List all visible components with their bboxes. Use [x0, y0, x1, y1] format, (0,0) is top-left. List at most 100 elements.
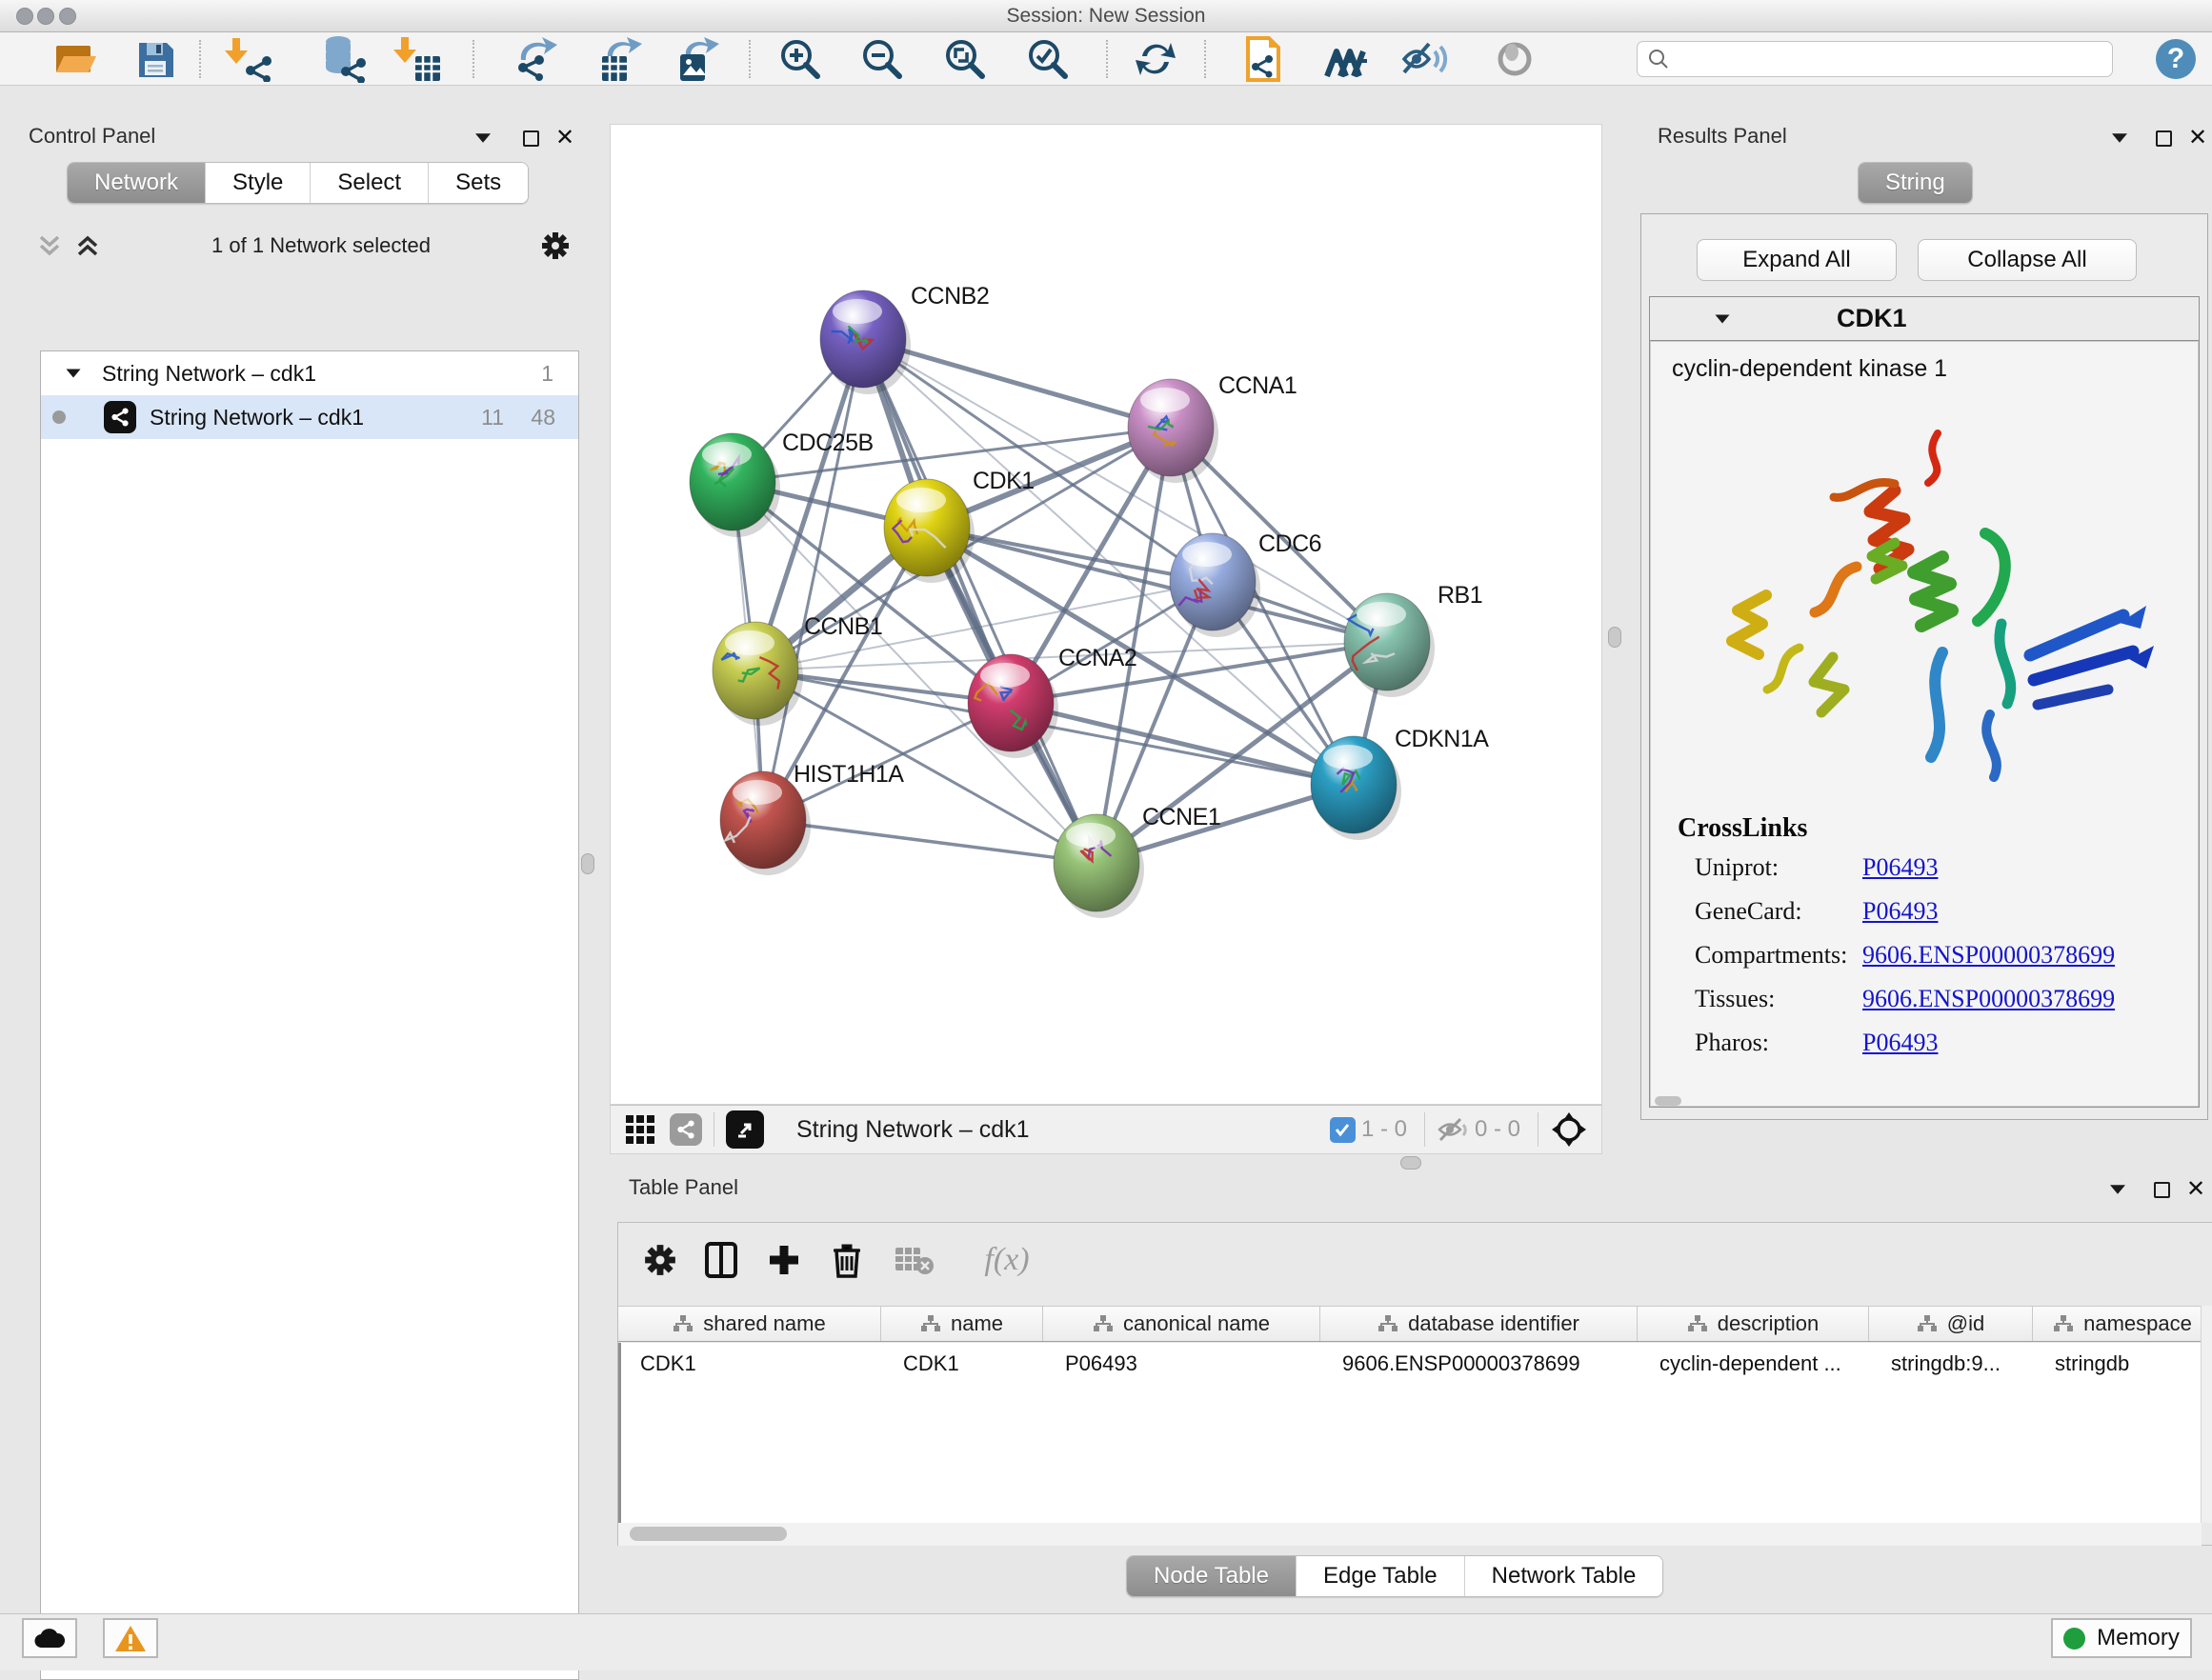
search-input[interactable]: [1670, 49, 2112, 70]
tab-edge-table[interactable]: Edge Table: [1296, 1556, 1464, 1596]
help-button[interactable]: ?: [2156, 39, 2196, 79]
panel-close-icon[interactable]: ✕: [2183, 1179, 2208, 1200]
panel-close-icon[interactable]: ✕: [553, 128, 577, 149]
column-header--id[interactable]: @id: [1869, 1307, 2033, 1341]
panel-float-icon[interactable]: [2149, 1179, 2174, 1200]
first-neighbors-icon[interactable]: [1320, 34, 1374, 84]
right-splitter-handle[interactable]: [1608, 627, 1621, 648]
delete-table-icon[interactable]: [893, 1239, 935, 1281]
column-header-canonical-name[interactable]: canonical name: [1043, 1307, 1320, 1341]
crosslink-link[interactable]: P06493: [1862, 897, 1938, 926]
search-box[interactable]: [1637, 41, 2113, 77]
table-cell[interactable]: 9606.ENSP00000378699: [1323, 1351, 1640, 1376]
network-row[interactable]: String Network – cdk1 11 48: [41, 395, 578, 439]
zoom-in-icon[interactable]: [774, 34, 827, 84]
network-node-RB1[interactable]: [1344, 593, 1435, 697]
open-session-icon[interactable]: [49, 34, 102, 84]
tab-node-table[interactable]: Node Table: [1127, 1556, 1296, 1596]
network-node-CCNA1[interactable]: [1128, 379, 1218, 483]
collapse-all-icon[interactable]: [36, 232, 63, 259]
show-columns-icon[interactable]: [700, 1239, 742, 1281]
column-header-description[interactable]: description: [1638, 1307, 1869, 1341]
crosslink-link[interactable]: P06493: [1862, 853, 1938, 882]
table-hscrollbar[interactable]: [618, 1523, 2202, 1546]
memory-button[interactable]: Memory: [2051, 1618, 2192, 1658]
gene-expander-icon[interactable]: [1716, 314, 1730, 323]
export-table-icon[interactable]: [593, 34, 646, 84]
table-cell[interactable]: cyclin-dependent ...: [1640, 1351, 1872, 1376]
table-cell[interactable]: CDK1: [884, 1351, 1046, 1376]
network-badge-icon[interactable]: [670, 1113, 702, 1146]
tab-network[interactable]: Network: [68, 163, 205, 203]
collapse-all-button[interactable]: Collapse All: [1918, 239, 2137, 281]
collection-expander-icon[interactable]: [67, 370, 81, 378]
cloud-status-button[interactable]: [22, 1618, 77, 1658]
column-header-namespace[interactable]: namespace: [2033, 1307, 2212, 1341]
network-node-CCNB2[interactable]: [820, 290, 911, 394]
column-header-database-identifier[interactable]: database identifier: [1320, 1307, 1638, 1341]
save-session-icon[interactable]: [129, 34, 182, 84]
left-splitter-handle[interactable]: [581, 853, 594, 874]
import-table-from-file-icon[interactable]: [391, 34, 444, 84]
table-row[interactable]: CDK1CDK1P064939606.ENSP00000378699cyclin…: [621, 1343, 2202, 1385]
network-edge-CCNB2-HIST1H1A[interactable]: [763, 339, 863, 820]
crosslink-link[interactable]: 9606.ENSP00000378699: [1862, 941, 2115, 970]
gene-card-header[interactable]: CDK1: [1650, 297, 2199, 341]
panel-float-icon[interactable]: [518, 128, 543, 149]
panel-menu-icon[interactable]: [2105, 1179, 2130, 1200]
open-in-window-icon[interactable]: [726, 1110, 764, 1149]
expand-all-button[interactable]: Expand All: [1697, 239, 1897, 281]
table-options-gear-icon[interactable]: [639, 1239, 681, 1281]
network-node-CDK1[interactable]: [884, 479, 975, 583]
tab-string[interactable]: String: [1859, 163, 1972, 203]
network-node-CDC25B[interactable]: [690, 433, 780, 537]
table-vscrollbar[interactable]: [2201, 1306, 2212, 1523]
tab-select[interactable]: Select: [310, 163, 428, 203]
hide-selection-icon[interactable]: [1398, 34, 1451, 84]
network-collection-row[interactable]: String Network – cdk1 1: [41, 351, 578, 395]
export-image-icon[interactable]: [669, 34, 722, 84]
zoom-selected-region-icon[interactable]: [1021, 34, 1075, 84]
tab-sets[interactable]: Sets: [428, 163, 528, 203]
warnings-button[interactable]: [103, 1618, 158, 1658]
function-builder-icon[interactable]: f(x): [969, 1239, 1045, 1281]
zoom-out-icon[interactable]: [855, 34, 909, 84]
window-zoom-button[interactable]: [59, 8, 76, 25]
zoom-fit-content-icon[interactable]: [938, 34, 992, 84]
network-node-CCNB1[interactable]: [713, 622, 803, 726]
selected-indicator-icon[interactable]: [1330, 1117, 1356, 1143]
network-node-CCNE1[interactable]: [1054, 814, 1144, 918]
crosslink-link[interactable]: 9606.ENSP00000378699: [1862, 985, 2115, 1013]
expand-all-icon[interactable]: [74, 232, 101, 259]
hidden-indicator-icon[interactable]: [1437, 1115, 1469, 1144]
panel-menu-icon[interactable]: [2107, 128, 2132, 149]
table-cell[interactable]: stringdb: [2036, 1351, 2212, 1376]
grid-view-icon[interactable]: [624, 1113, 656, 1146]
results-hscroll-thumb[interactable]: [1655, 1096, 1681, 1106]
show-graphics-details-icon[interactable]: [1488, 34, 1541, 84]
import-network-from-database-icon[interactable]: [315, 34, 369, 84]
network-edge-HIST1H1A-CCNE1[interactable]: [763, 820, 1096, 863]
network-edge-CCNA2-CDKN1A[interactable]: [1011, 703, 1354, 785]
new-network-from-selection-icon[interactable]: [1237, 34, 1290, 84]
delete-column-icon[interactable]: [826, 1239, 868, 1281]
crosslink-link[interactable]: P06493: [1862, 1029, 1938, 1057]
window-minimize-button[interactable]: [37, 8, 54, 25]
panel-menu-icon[interactable]: [471, 128, 495, 149]
column-header-shared-name[interactable]: shared name: [618, 1307, 881, 1341]
export-network-icon[interactable]: [510, 34, 563, 84]
window-close-button[interactable]: [16, 8, 33, 25]
table-hscroll-thumb[interactable]: [630, 1527, 787, 1541]
column-header-name[interactable]: name: [881, 1307, 1043, 1341]
add-column-icon[interactable]: [763, 1239, 805, 1281]
network-canvas[interactable]: CCNB2CCNA1CDC25BCDK1CDC6RB1CCNB1CCNA2CDK…: [610, 124, 1602, 1105]
table-cell[interactable]: stringdb:9...: [1872, 1351, 2036, 1376]
tab-network-table[interactable]: Network Table: [1464, 1556, 1663, 1596]
panel-close-icon[interactable]: ✕: [2185, 128, 2210, 149]
panel-float-icon[interactable]: [2151, 128, 2176, 149]
network-node-CDC6[interactable]: [1170, 533, 1260, 637]
network-node-CDKN1A[interactable]: [1311, 736, 1401, 840]
network-options-gear-icon[interactable]: [541, 231, 570, 260]
table-cell[interactable]: P06493: [1046, 1351, 1323, 1376]
import-network-from-file-icon[interactable]: [222, 34, 275, 84]
